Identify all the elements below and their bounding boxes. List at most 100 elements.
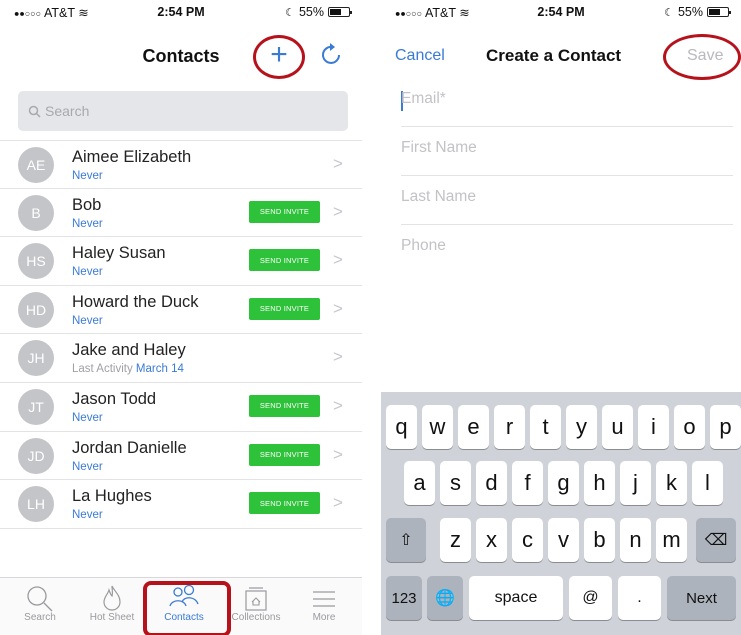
chevron-right-icon: >: [333, 298, 343, 318]
period-key[interactable]: .: [618, 576, 661, 620]
contact-row[interactable]: JT Jason Todd Never SEND INVITE >: [0, 383, 362, 432]
key-e[interactable]: e: [458, 405, 489, 449]
contact-activity: Never: [72, 315, 103, 327]
tab-label: Search: [24, 612, 56, 623]
chevron-right-icon: >: [333, 154, 343, 173]
send-invite-button[interactable]: SEND INVITE: [249, 394, 320, 417]
activity-value: Never: [72, 509, 103, 522]
contact-name: Jason Todd: [72, 389, 157, 408]
battery-icon: [707, 7, 731, 17]
key-l[interactable]: l: [692, 461, 723, 505]
email-field[interactable]: [401, 90, 733, 108]
contact-name: Haley Susan: [72, 244, 166, 263]
last-name-field[interactable]: [401, 188, 733, 206]
key-u[interactable]: u: [602, 405, 633, 449]
phone-field[interactable]: [401, 237, 733, 255]
contact-row[interactable]: AE Aimee Elizabeth Never >: [0, 140, 362, 189]
highlight-circle-annotation: [253, 35, 305, 79]
key-z[interactable]: z: [440, 518, 471, 562]
shift-key[interactable]: ⇧: [386, 518, 426, 562]
contacts-screen: ●●○○○ AT&T ≋ 2:54 PM ☾ 55% Contacts + Sea…: [0, 0, 362, 635]
menu-icon: [313, 591, 335, 607]
contact-activity: Never: [72, 509, 103, 521]
key-x[interactable]: x: [476, 518, 507, 562]
key-p[interactable]: p: [710, 405, 741, 449]
chevron-right-icon: >: [333, 201, 343, 221]
activity-prefix: Last Activity: [72, 363, 133, 376]
contact-activity: Never: [72, 266, 103, 278]
contact-row[interactable]: LH La Hughes Never SEND INVITE >: [0, 480, 362, 529]
refresh-button[interactable]: [318, 41, 346, 69]
contact-activity: Never: [72, 461, 103, 473]
collection-icon: [245, 587, 267, 611]
cancel-button[interactable]: Cancel: [395, 47, 445, 65]
create-contact-screen: ●●○○○ AT&T ≋ 2:54 PM ☾ 55% Cancel Create …: [381, 0, 741, 635]
key-q[interactable]: q: [386, 405, 417, 449]
next-key[interactable]: Next: [667, 576, 736, 620]
tab-search[interactable]: Search: [4, 578, 76, 635]
contact-form: [401, 78, 733, 274]
email-field-row: [401, 78, 733, 127]
tab-hot-sheet[interactable]: Hot Sheet: [76, 578, 148, 635]
search-placeholder: Search: [45, 103, 90, 119]
send-invite-button[interactable]: SEND INVITE: [249, 249, 320, 272]
tab-label: More: [312, 612, 336, 623]
backspace-key[interactable]: ⌫: [696, 518, 736, 562]
key-c[interactable]: c: [512, 518, 543, 562]
numbers-key[interactable]: 123: [386, 576, 422, 620]
key-w[interactable]: w: [422, 405, 453, 449]
key-b[interactable]: b: [584, 518, 615, 562]
battery-status: ☾ 55%: [664, 5, 731, 19]
chevron-right-icon: >: [333, 250, 343, 270]
key-s[interactable]: s: [440, 461, 471, 505]
key-h[interactable]: h: [584, 461, 615, 505]
key-t[interactable]: t: [530, 405, 561, 449]
page-title: Contacts: [142, 46, 220, 66]
send-invite-button[interactable]: SEND INVITE: [249, 200, 320, 223]
contact-list: AE Aimee Elizabeth Never > B Bob Never SEND INV…: [0, 140, 362, 529]
key-m[interactable]: m: [656, 518, 687, 562]
avatar: B: [18, 194, 54, 231]
key-o[interactable]: o: [674, 405, 705, 449]
key-g[interactable]: g: [548, 461, 579, 505]
tab-more[interactable]: More: [288, 578, 360, 635]
send-invite-button[interactable]: SEND INVITE: [249, 443, 320, 466]
avatar: AE: [18, 147, 54, 183]
contact-row[interactable]: B Bob Never SEND INVITE >: [0, 189, 362, 238]
key-i[interactable]: i: [638, 405, 669, 449]
key-k[interactable]: k: [656, 461, 687, 505]
key-n[interactable]: n: [620, 518, 651, 562]
space-key[interactable]: space: [469, 576, 563, 620]
key-d[interactable]: d: [476, 461, 507, 505]
contact-row[interactable]: JD Jordan Danielle Never SEND INVITE >: [0, 432, 362, 481]
activity-value: Never: [72, 266, 103, 279]
contacts-navbar: Contacts +: [0, 30, 362, 82]
highlight-circle-annotation: [663, 34, 741, 80]
at-key[interactable]: @: [569, 576, 612, 620]
search-input[interactable]: Search: [18, 91, 348, 131]
highlight-rectangle-annotation: [143, 581, 231, 635]
key-j[interactable]: j: [620, 461, 651, 505]
search-icon: [27, 586, 53, 612]
chevron-right-icon: >: [333, 395, 343, 415]
send-invite-button[interactable]: SEND INVITE: [249, 297, 320, 320]
globe-key[interactable]: 🌐: [427, 576, 463, 620]
key-a[interactable]: a: [404, 461, 435, 505]
contact-row[interactable]: HS Haley Susan Never SEND INVITE >: [0, 237, 362, 286]
contact-activity: Never: [72, 412, 103, 424]
status-bar: ●●○○○ AT&T ≋ 2:54 PM ☾ 55%: [0, 0, 362, 22]
key-r[interactable]: r: [494, 405, 525, 449]
chevron-right-icon: >: [333, 347, 343, 367]
activity-value: Never: [72, 411, 103, 424]
send-invite-button[interactable]: SEND INVITE: [249, 492, 320, 515]
contact-name: Jordan Danielle: [72, 438, 187, 457]
activity-value: Never: [72, 217, 103, 230]
contact-row[interactable]: JH Jake and Haley Last Activity March 14 >: [0, 334, 362, 383]
key-v[interactable]: v: [548, 518, 579, 562]
contact-activity: Never: [72, 218, 103, 230]
key-y[interactable]: y: [566, 405, 597, 449]
last-name-field-row: [401, 176, 733, 225]
key-f[interactable]: f: [512, 461, 543, 505]
first-name-field[interactable]: [401, 139, 733, 157]
contact-row[interactable]: HD Howard the Duck Never SEND INVITE >: [0, 286, 362, 335]
